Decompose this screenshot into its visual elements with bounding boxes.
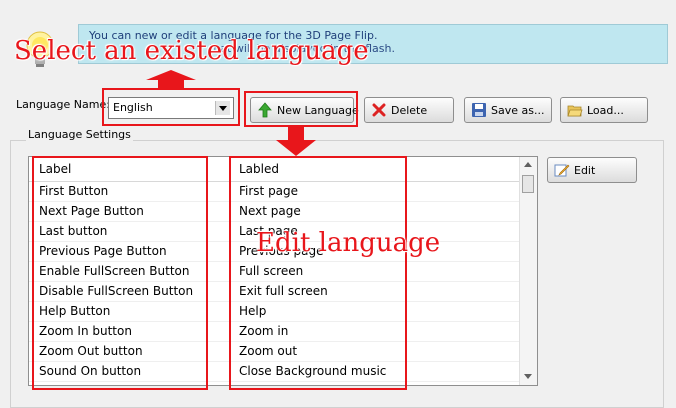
- select-language-annotation: Select an existed language: [14, 36, 369, 66]
- edit-language-annotation: Edit language: [256, 228, 441, 258]
- edit-label: Edit: [574, 163, 596, 177]
- delete-label: Delete: [391, 103, 428, 117]
- labled-column-highlight: [229, 156, 407, 390]
- label-column-highlight: [32, 156, 208, 390]
- folder-open-icon: [567, 102, 583, 118]
- save-as-label: Save as...: [491, 103, 545, 117]
- floppy-disk-icon: [471, 102, 487, 118]
- load-button[interactable]: Load...: [560, 97, 648, 123]
- load-label: Load...: [587, 103, 624, 117]
- select-language-highlight: [102, 88, 240, 126]
- edit-pencil-icon: [554, 162, 570, 178]
- scroll-down-icon[interactable]: [522, 371, 534, 383]
- delete-x-icon: [371, 102, 387, 118]
- annotation-arrow-up-icon: [146, 70, 196, 90]
- save-as-button[interactable]: Save as...: [464, 97, 552, 123]
- scroll-up-icon[interactable]: [522, 159, 534, 171]
- delete-button[interactable]: Delete: [364, 97, 454, 123]
- language-name-label: Language Name:: [16, 98, 110, 111]
- language-settings-title: Language Settings: [26, 128, 133, 141]
- new-language-highlight: [244, 91, 358, 127]
- vertical-scrollbar[interactable]: [519, 157, 537, 385]
- scroll-thumb[interactable]: [522, 175, 534, 193]
- edit-button[interactable]: Edit: [547, 157, 637, 183]
- annotation-arrow-down-icon: [276, 126, 316, 156]
